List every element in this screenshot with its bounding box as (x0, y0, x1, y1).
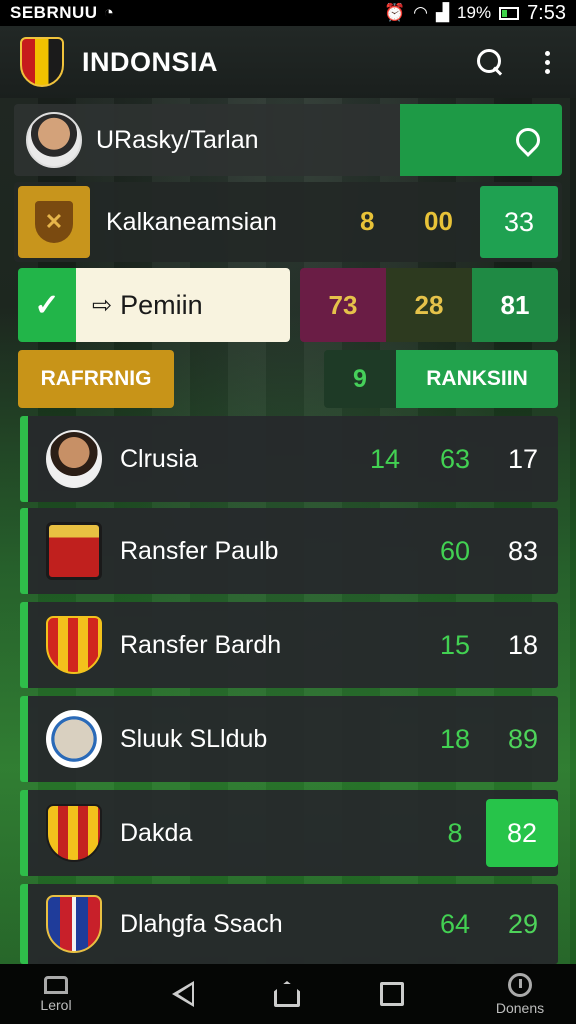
list-item[interactable]: Clrusia 14 63 17 (20, 416, 558, 502)
status-bar: SEBRNUU ◔ ⏰ ◠ ▟ 19% 7:53 (0, 0, 576, 26)
player-label-box[interactable]: ⇨ Pemiin (76, 268, 290, 342)
nav-right-label: Donens (495, 999, 545, 1016)
clock: 7:53 (527, 1, 566, 24)
list-item-value-c: 83 (507, 535, 539, 566)
back-icon[interactable] (172, 981, 194, 1007)
list-item-value-b: 64 (439, 908, 471, 939)
list-item-name: Clrusia (120, 444, 198, 473)
list-item-value-b: 15 (439, 629, 471, 660)
club-logo (46, 895, 102, 953)
player-value-2: 28 (386, 268, 472, 342)
user-profile-row[interactable]: URasky/Tarlan (14, 104, 562, 176)
competition-value-1: 8 (360, 206, 375, 236)
wifi-icon: ◠ (413, 3, 428, 22)
notification-icon: ◔ (103, 3, 115, 22)
shield-icon: ✕ (35, 201, 73, 243)
location-button[interactable] (400, 104, 562, 176)
competition-value-3: 33 (480, 186, 558, 258)
list-item-value-b: 18 (439, 723, 471, 754)
club-logo (46, 522, 102, 580)
battery-icon (499, 6, 520, 20)
list-item-value-b: 63 (439, 443, 471, 474)
user-name: URasky/Tarlan (96, 125, 259, 154)
list-item-value-a: 14 (369, 443, 401, 474)
page-title: INDONSIA (82, 46, 219, 77)
app-bar: INDONSIA (0, 26, 576, 98)
player-value-3: 81 (472, 268, 558, 342)
avatar (26, 112, 82, 168)
home-icon[interactable] (274, 981, 300, 1007)
list-item-name: Ransfer Paulb (120, 536, 279, 565)
signal-icon: ▟ (435, 3, 450, 22)
nav-left-label: Lerol (40, 996, 72, 1013)
list-item[interactable]: Ransfer Bardh 15 18 (20, 602, 558, 688)
location-pin-icon (511, 123, 545, 157)
carrier-text: SEBRNUU (10, 3, 98, 22)
list-item[interactable]: Dlahgfa Ssach 64 29 (20, 884, 558, 964)
list-item-name: Dakda (120, 818, 193, 847)
battery-percent: 19% (457, 3, 492, 22)
competition-row[interactable]: ✕ Kalkaneamsian 8 00 33 (14, 182, 562, 262)
club-crest-logo (20, 37, 64, 87)
player-row[interactable]: ✓ ⇨ Pemiin 73 28 81 (18, 268, 558, 342)
list-item[interactable]: Sluuk SLldub 18 89 (20, 696, 558, 782)
list-item-value-c: 89 (507, 723, 539, 754)
list-item-value-b: 60 (439, 535, 471, 566)
player-label: Pemiin (120, 289, 203, 320)
check-icon[interactable]: ✓ (18, 268, 76, 342)
competition-name: Kalkaneamsian (106, 207, 277, 236)
nav-left-button[interactable]: Lerol (20, 975, 92, 1013)
tag-icon: ⇨ (92, 291, 113, 319)
player-avatar (46, 430, 102, 488)
list-item-value-b: 8 (447, 817, 463, 848)
club-logo (46, 616, 102, 674)
club-logo (46, 804, 102, 862)
list-item-value-c: 18 (507, 629, 539, 660)
ranking-number: 9 (324, 350, 396, 408)
more-options-icon[interactable] (539, 50, 556, 74)
alarm-icon: ⏰ (383, 3, 406, 22)
recent-apps-icon[interactable] (380, 982, 404, 1006)
competition-badge: ✕ (18, 186, 90, 258)
list-item-name: Sluuk SLldub (120, 724, 268, 753)
club-logo (46, 710, 102, 768)
list-item-name: Ransfer Bardh (120, 630, 282, 659)
ranking-button[interactable]: RANKSIIN (396, 350, 558, 408)
folder-icon (44, 975, 68, 994)
list-item-value-c: 17 (507, 443, 539, 474)
list-item[interactable]: Dakda 8 82 (20, 790, 558, 876)
search-icon[interactable] (475, 47, 505, 77)
ranking-tab[interactable]: RAFRRNIG (18, 350, 174, 408)
competition-value-2: 00 (424, 206, 453, 236)
list-item-value-c: 82 (486, 799, 558, 867)
clock-icon (508, 972, 532, 997)
nav-right-button[interactable]: Donens (484, 972, 556, 1016)
system-navigation-bar: Lerol Donens (0, 964, 576, 1024)
list-item-name: Dlahgfa Ssach (120, 909, 283, 938)
player-value-1: 73 (300, 268, 386, 342)
list-item-value-c: 29 (507, 908, 539, 939)
list-item[interactable]: Ransfer Paulb 60 83 (20, 508, 558, 594)
